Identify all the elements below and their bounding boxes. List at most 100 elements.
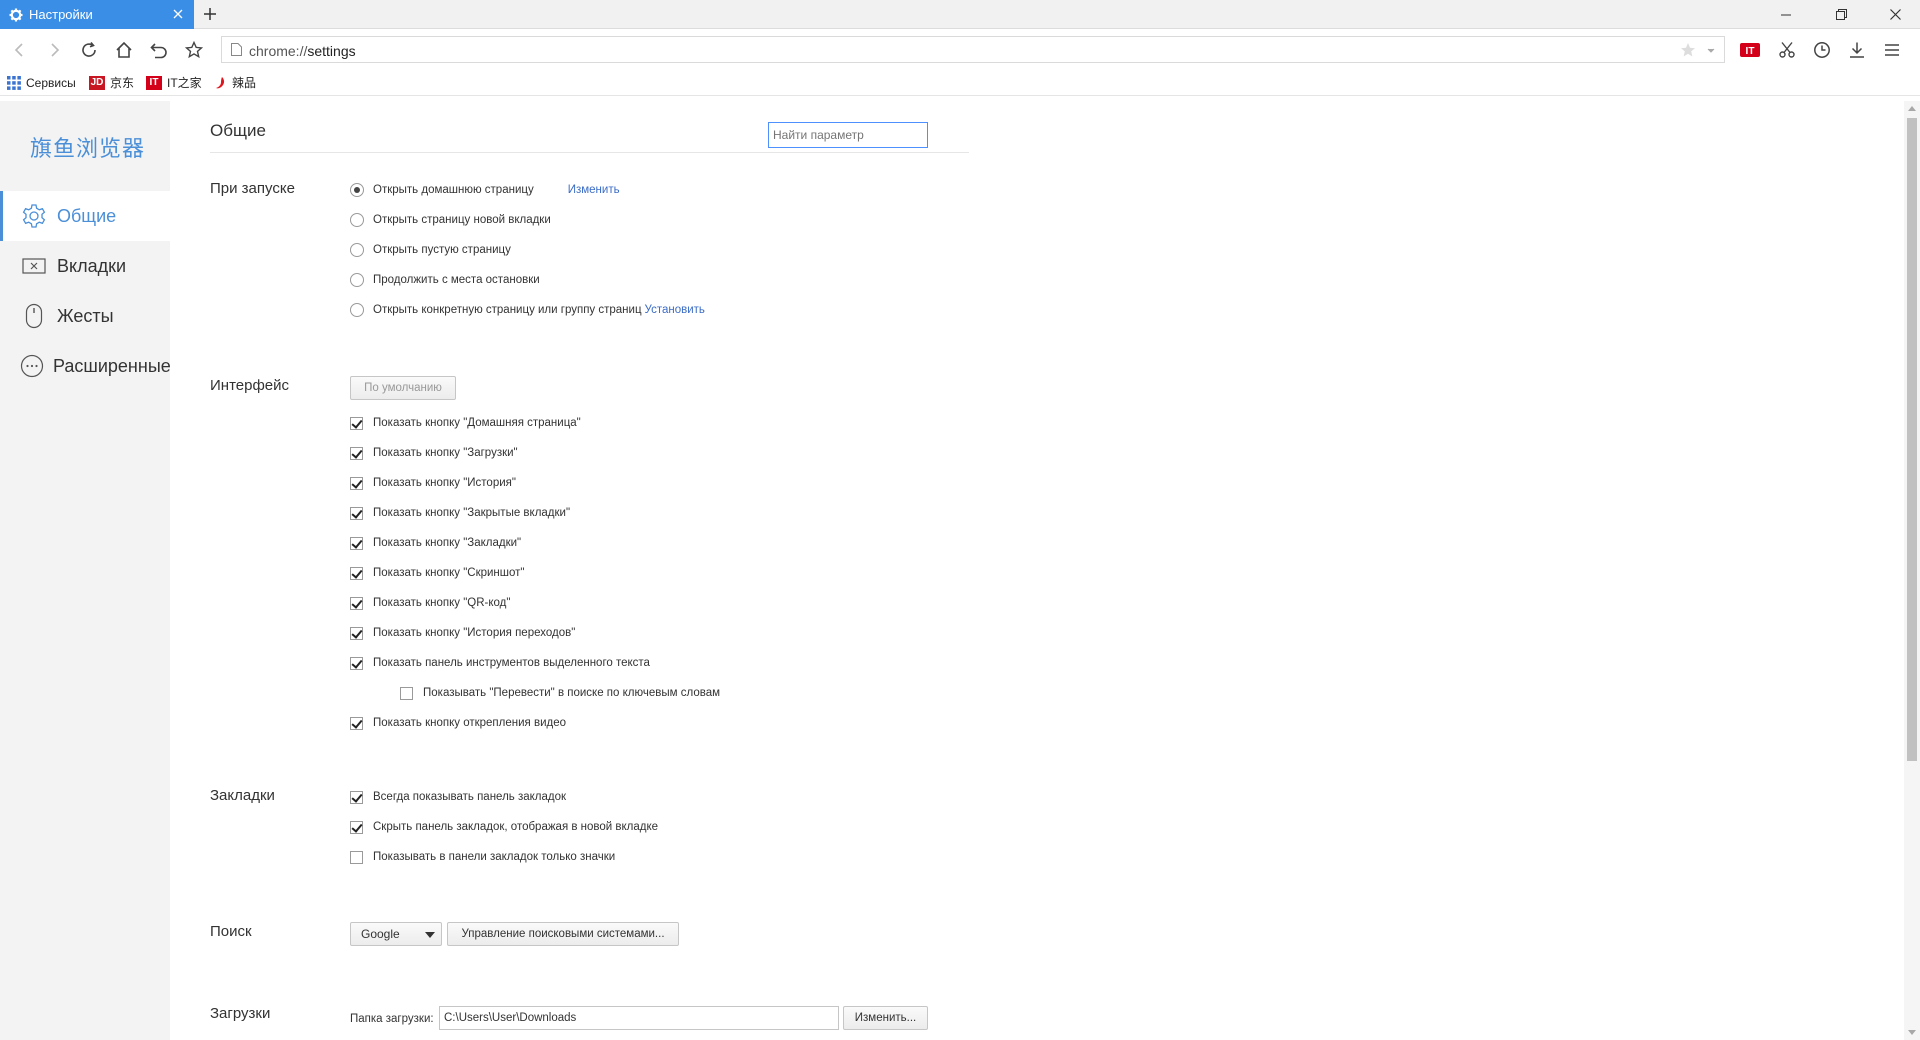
checkbox[interactable]: [350, 446, 363, 460]
sidebar-item-label: Расширенные: [53, 355, 171, 376]
checkbox-option[interactable]: Показать кнопку открепления видео: [350, 714, 566, 732]
bookmark-star-button[interactable]: [182, 38, 206, 62]
checkbox-option[interactable]: Показывать "Перевести" в поиске по ключе…: [400, 684, 720, 702]
radio-button[interactable]: [350, 303, 364, 317]
radio-option[interactable]: Продолжить с места остановки: [350, 271, 540, 289]
back-button[interactable]: [8, 38, 32, 62]
menu-button[interactable]: [1880, 38, 1904, 62]
search-engine-select[interactable]: Google: [350, 922, 442, 946]
checkbox-option[interactable]: Показать кнопку "Скриншот": [350, 564, 525, 582]
sidebar-item-tabs[interactable]: Вкладки: [0, 241, 170, 291]
scrollbar[interactable]: [1904, 101, 1920, 1040]
checkbox[interactable]: [350, 716, 363, 730]
sidebar-item-gestures[interactable]: Жесты: [0, 291, 170, 341]
scroll-up-arrow-icon[interactable]: [1908, 106, 1916, 111]
checkbox-option[interactable]: Показать кнопку "Закладки": [350, 534, 521, 552]
checkbox[interactable]: [350, 596, 363, 610]
forward-arrow-icon: [51, 43, 60, 57]
ithome-logo-icon: IT: [146, 75, 162, 90]
close-tab-icon[interactable]: [170, 6, 186, 22]
sidebar-item-general[interactable]: Общие: [0, 191, 170, 241]
undo-closed-tab-button[interactable]: [147, 38, 171, 62]
checkbox[interactable]: [350, 506, 363, 520]
checkbox[interactable]: [400, 686, 413, 700]
sidebar-item-label: Общие: [57, 205, 117, 226]
radio-button[interactable]: [350, 243, 364, 257]
checkbox[interactable]: [350, 790, 363, 804]
clock-icon: [1814, 42, 1830, 58]
checkbox[interactable]: [350, 476, 363, 490]
radio-button[interactable]: [350, 183, 364, 197]
checkbox[interactable]: [350, 536, 363, 550]
checkbox-option[interactable]: Показать кнопку "Закрытые вкладки": [350, 504, 570, 522]
tab-close-icon: [20, 252, 48, 280]
bookmark-jd[interactable]: JD 京东: [89, 74, 134, 91]
checkbox-option[interactable]: Показать кнопку "Загрузки": [350, 444, 518, 462]
bookmark-label: 辣品: [232, 76, 257, 90]
manage-search-engines-button[interactable]: Управление поисковыми системами...: [447, 922, 679, 946]
settings-search-input[interactable]: [768, 122, 928, 148]
section-title-search: Поиск: [210, 923, 252, 940]
bookmark-ithome[interactable]: IT IT之家: [146, 74, 202, 91]
section-title-startup: При запуске: [210, 180, 295, 197]
forward-button[interactable]: [42, 38, 66, 62]
checkbox-option[interactable]: Показать кнопку "Домашняя страница": [350, 414, 581, 432]
jd-logo-icon: JD: [89, 75, 105, 90]
checkbox[interactable]: [350, 656, 363, 670]
checkbox[interactable]: [350, 820, 363, 834]
svg-text:IT: IT: [1746, 46, 1755, 57]
radio-button[interactable]: [350, 273, 364, 287]
change-homepage-link[interactable]: Изменить: [568, 184, 620, 196]
divider: [210, 152, 969, 153]
set-pages-link[interactable]: Установить: [645, 304, 705, 316]
bookmark-lapin[interactable]: 辣品: [215, 74, 256, 91]
close-window-button[interactable]: [1870, 0, 1920, 29]
change-download-folder-button[interactable]: Изменить...: [843, 1006, 928, 1030]
checkbox[interactable]: [350, 566, 363, 580]
checkbox[interactable]: [350, 626, 363, 640]
ithome-button[interactable]: IT: [1738, 38, 1762, 62]
bookmark-services[interactable]: Сервисы: [7, 74, 76, 91]
checkbox-option[interactable]: Показать кнопку "QR-код": [350, 594, 510, 612]
minimize-button[interactable]: [1761, 0, 1811, 29]
reload-button[interactable]: [77, 38, 101, 62]
section-title-interface: Интерфейс: [210, 377, 290, 394]
radio-option[interactable]: Открыть страницу новой вкладки: [350, 211, 551, 229]
download-icon: [1850, 42, 1864, 58]
chevron-down-icon[interactable]: [1706, 42, 1716, 63]
checkbox-option[interactable]: Всегда показывать панель закладок: [350, 788, 566, 806]
star-icon[interactable]: [1680, 42, 1696, 63]
radio-button[interactable]: [350, 213, 364, 227]
radio-option[interactable]: Открыть домашнюю страницу Изменить: [350, 181, 620, 199]
checkbox-option[interactable]: Показать панель инструментов выделенного…: [350, 654, 650, 672]
checkbox-option[interactable]: Показать кнопку "История переходов": [350, 624, 575, 642]
scroll-down-arrow-icon[interactable]: [1908, 1030, 1916, 1035]
address-bar[interactable]: chrome://settings: [221, 36, 1725, 63]
screenshot-button[interactable]: [1775, 38, 1799, 62]
section-title-downloads: Загрузки: [210, 1005, 271, 1022]
restore-button[interactable]: [1816, 0, 1866, 29]
radio-option[interactable]: Открыть пустую страницу: [350, 241, 511, 259]
reset-default-button[interactable]: По умолчанию: [350, 376, 456, 400]
checkbox[interactable]: [350, 850, 363, 864]
scrollbar-thumb[interactable]: [1907, 118, 1917, 761]
history-button[interactable]: [1810, 38, 1834, 62]
checkbox[interactable]: [350, 416, 363, 430]
download-folder-field[interactable]: C:\Users\User\Downloads: [439, 1006, 839, 1030]
chevron-down-icon: [425, 932, 435, 938]
checkbox-option[interactable]: Показать кнопку "История": [350, 474, 516, 492]
checkbox-option[interactable]: Показывать в панели закладок только знач…: [350, 848, 615, 866]
ithome-logo-icon: IT: [1740, 43, 1760, 57]
page-icon: [231, 43, 242, 61]
new-tab-button[interactable]: [200, 4, 220, 24]
sidebar-item-advanced[interactable]: Расширенные: [0, 341, 171, 391]
bookmarks-bar: Сервисы JD 京东 IT IT之家 辣品: [0, 69, 1920, 96]
download-folder-label: Папка загрузки:: [350, 1013, 434, 1025]
settings-sidebar: 旗鱼浏览器 Общие Вкладки Жесты Расширенные: [0, 101, 171, 1040]
radio-option[interactable]: Открыть конкретную страницу или группу с…: [350, 301, 705, 319]
home-button[interactable]: [112, 38, 136, 62]
section-title-bookmarks: Закладки: [210, 787, 275, 804]
tab-settings[interactable]: Настройки: [0, 0, 194, 29]
downloads-button[interactable]: [1845, 38, 1869, 62]
checkbox-option[interactable]: Скрыть панель закладок, отображая в ново…: [350, 818, 658, 836]
